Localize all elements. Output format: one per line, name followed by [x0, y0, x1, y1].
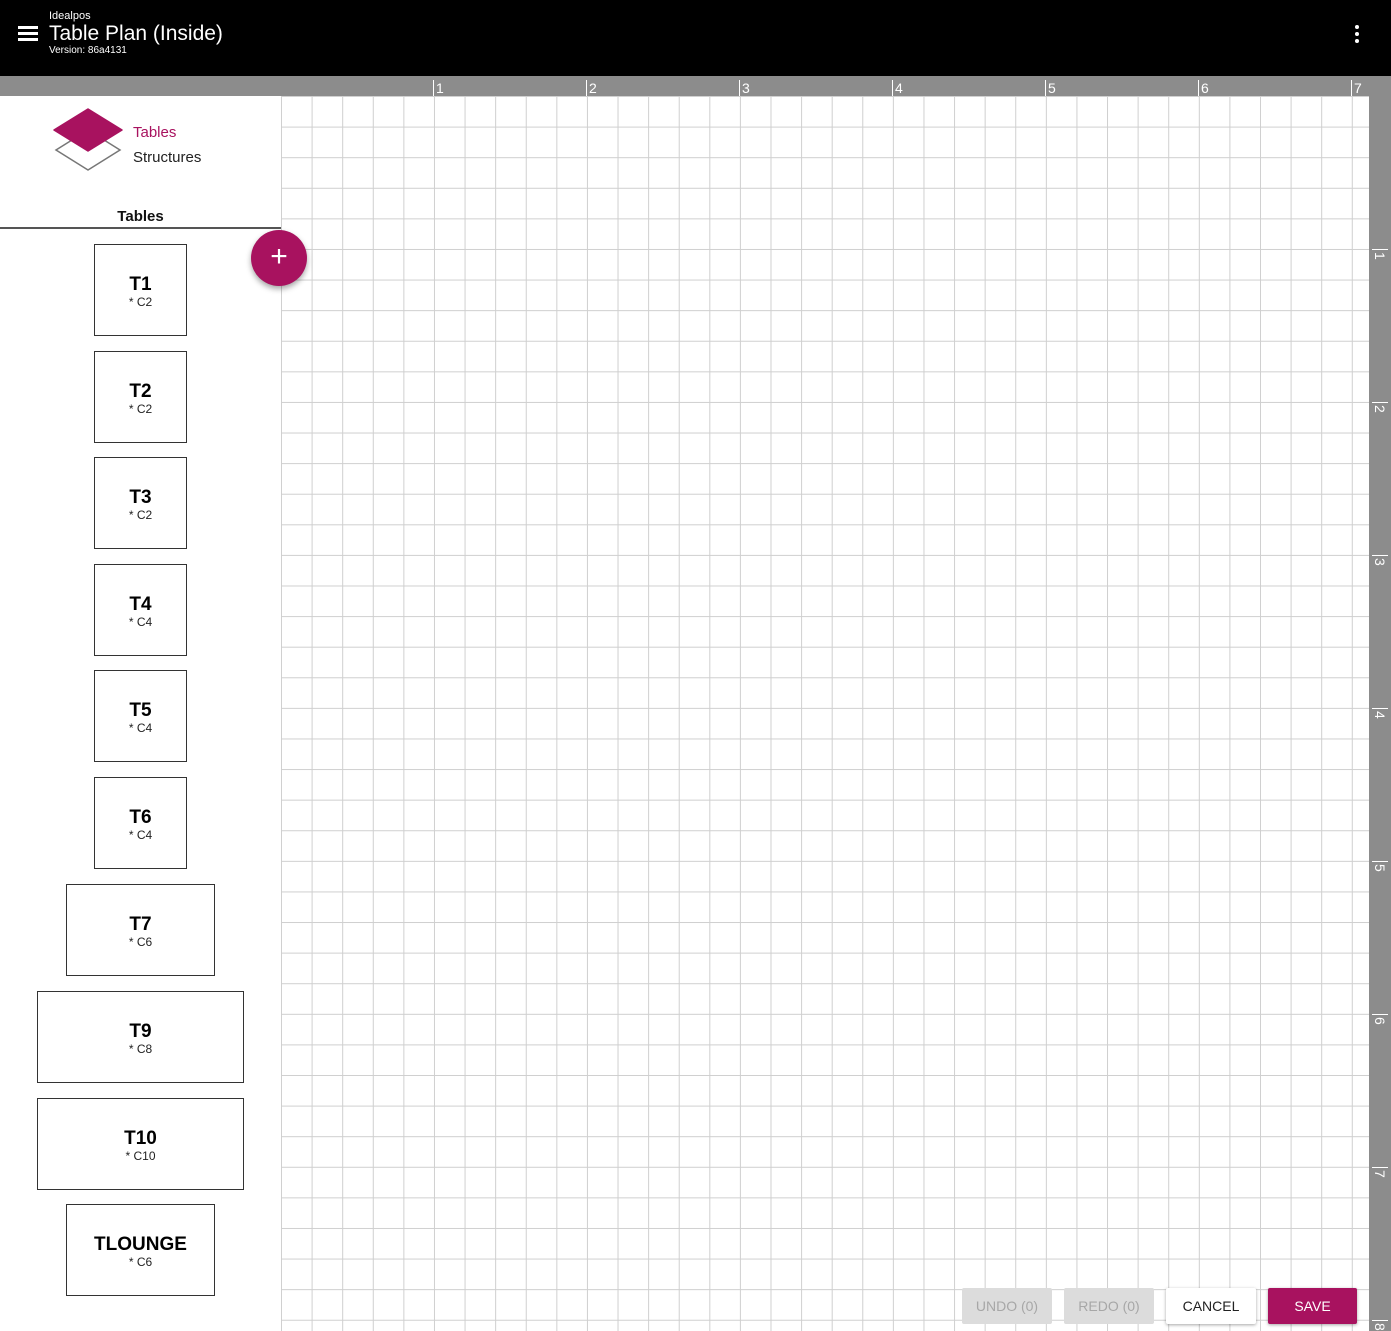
ruler-top-label: 4 [892, 80, 903, 96]
page-title: Table Plan (Inside) [49, 22, 223, 45]
table-name: T7 [129, 914, 152, 935]
undo-button[interactable]: UNDO (0) [962, 1288, 1052, 1324]
floor-plan-grid[interactable] [281, 96, 1369, 1331]
section-divider [0, 227, 281, 229]
app-version: Version: 86a4131 [49, 45, 127, 56]
left-panel: Tables Structures Tables T1 * C2 T2 * C2… [0, 96, 281, 1331]
cancel-button[interactable]: CANCEL [1166, 1288, 1256, 1324]
add-table-button[interactable]: + [251, 230, 307, 286]
table-card-t1[interactable]: T1 * C2 [94, 244, 187, 336]
more-vert-icon[interactable] [1348, 24, 1366, 44]
section-title: Tables [117, 208, 164, 225]
table-card-t5[interactable]: T5 * C4 [94, 670, 187, 762]
ruler-top-label: 6 [1198, 80, 1209, 96]
table-capacity: * C8 [128, 1042, 153, 1056]
table-name: T1 [129, 274, 152, 295]
menu-icon[interactable] [18, 26, 40, 42]
save-button[interactable]: SAVE [1268, 1288, 1357, 1324]
ruler-right-label: 3 [1372, 555, 1388, 566]
table-capacity: * C10 [125, 1149, 156, 1163]
ruler-right-label: 7 [1372, 1167, 1388, 1178]
table-name: T3 [129, 487, 152, 508]
table-card-t4[interactable]: T4 * C4 [94, 564, 187, 656]
table-name: T6 [129, 807, 152, 828]
ruler-top-label: 1 [433, 80, 444, 96]
tab-structures[interactable]: Structures [133, 149, 201, 166]
table-capacity: * C2 [128, 402, 153, 416]
ruler-top: 1 2 3 4 5 6 7 [0, 76, 1391, 96]
table-name: TLOUNGE [94, 1234, 187, 1255]
ruler-right-label: 4 [1372, 708, 1388, 719]
ruler-right-label: 5 [1372, 861, 1388, 872]
app-bar: Idealpos Table Plan (Inside) Version: 86… [0, 0, 1391, 76]
table-name: T5 [129, 700, 152, 721]
table-card-t10[interactable]: T10 * C10 [37, 1098, 244, 1190]
table-capacity: * C4 [128, 615, 153, 629]
redo-button[interactable]: REDO (0) [1064, 1288, 1154, 1324]
ruler-right-label: 2 [1372, 402, 1388, 413]
table-capacity: * C4 [128, 721, 153, 735]
tab-tables[interactable]: Tables [133, 124, 176, 141]
table-capacity: * C4 [128, 828, 153, 842]
table-capacity: * C6 [128, 935, 153, 949]
table-card-t2[interactable]: T2 * C2 [94, 351, 187, 443]
ruler-right-label: 6 [1372, 1014, 1388, 1025]
table-capacity: * C2 [128, 295, 153, 309]
ruler-top-label: 5 [1045, 80, 1056, 96]
table-name: T2 [129, 381, 152, 402]
ruler-top-label: 7 [1351, 80, 1362, 96]
table-card-t3[interactable]: T3 * C2 [94, 457, 187, 549]
add-icon: + [270, 240, 288, 273]
table-name: T10 [124, 1128, 157, 1149]
ruler-top-label: 2 [586, 80, 597, 96]
table-capacity: * C2 [128, 508, 153, 522]
ruler-right-label: 1 [1372, 249, 1388, 260]
table-card-t9[interactable]: T9 * C8 [37, 991, 244, 1083]
table-card-t6[interactable]: T6 * C4 [94, 777, 187, 869]
table-name: T9 [129, 1021, 152, 1042]
table-card-t7[interactable]: T7 * C6 [66, 884, 215, 976]
ruler-top-label: 3 [739, 80, 750, 96]
table-card-tlounge[interactable]: TLOUNGE * C6 [66, 1204, 215, 1296]
table-capacity: * C6 [128, 1255, 153, 1269]
table-name: T4 [129, 594, 152, 615]
ruler-right-label: 8 [1372, 1320, 1388, 1331]
layers-icon [53, 108, 123, 171]
